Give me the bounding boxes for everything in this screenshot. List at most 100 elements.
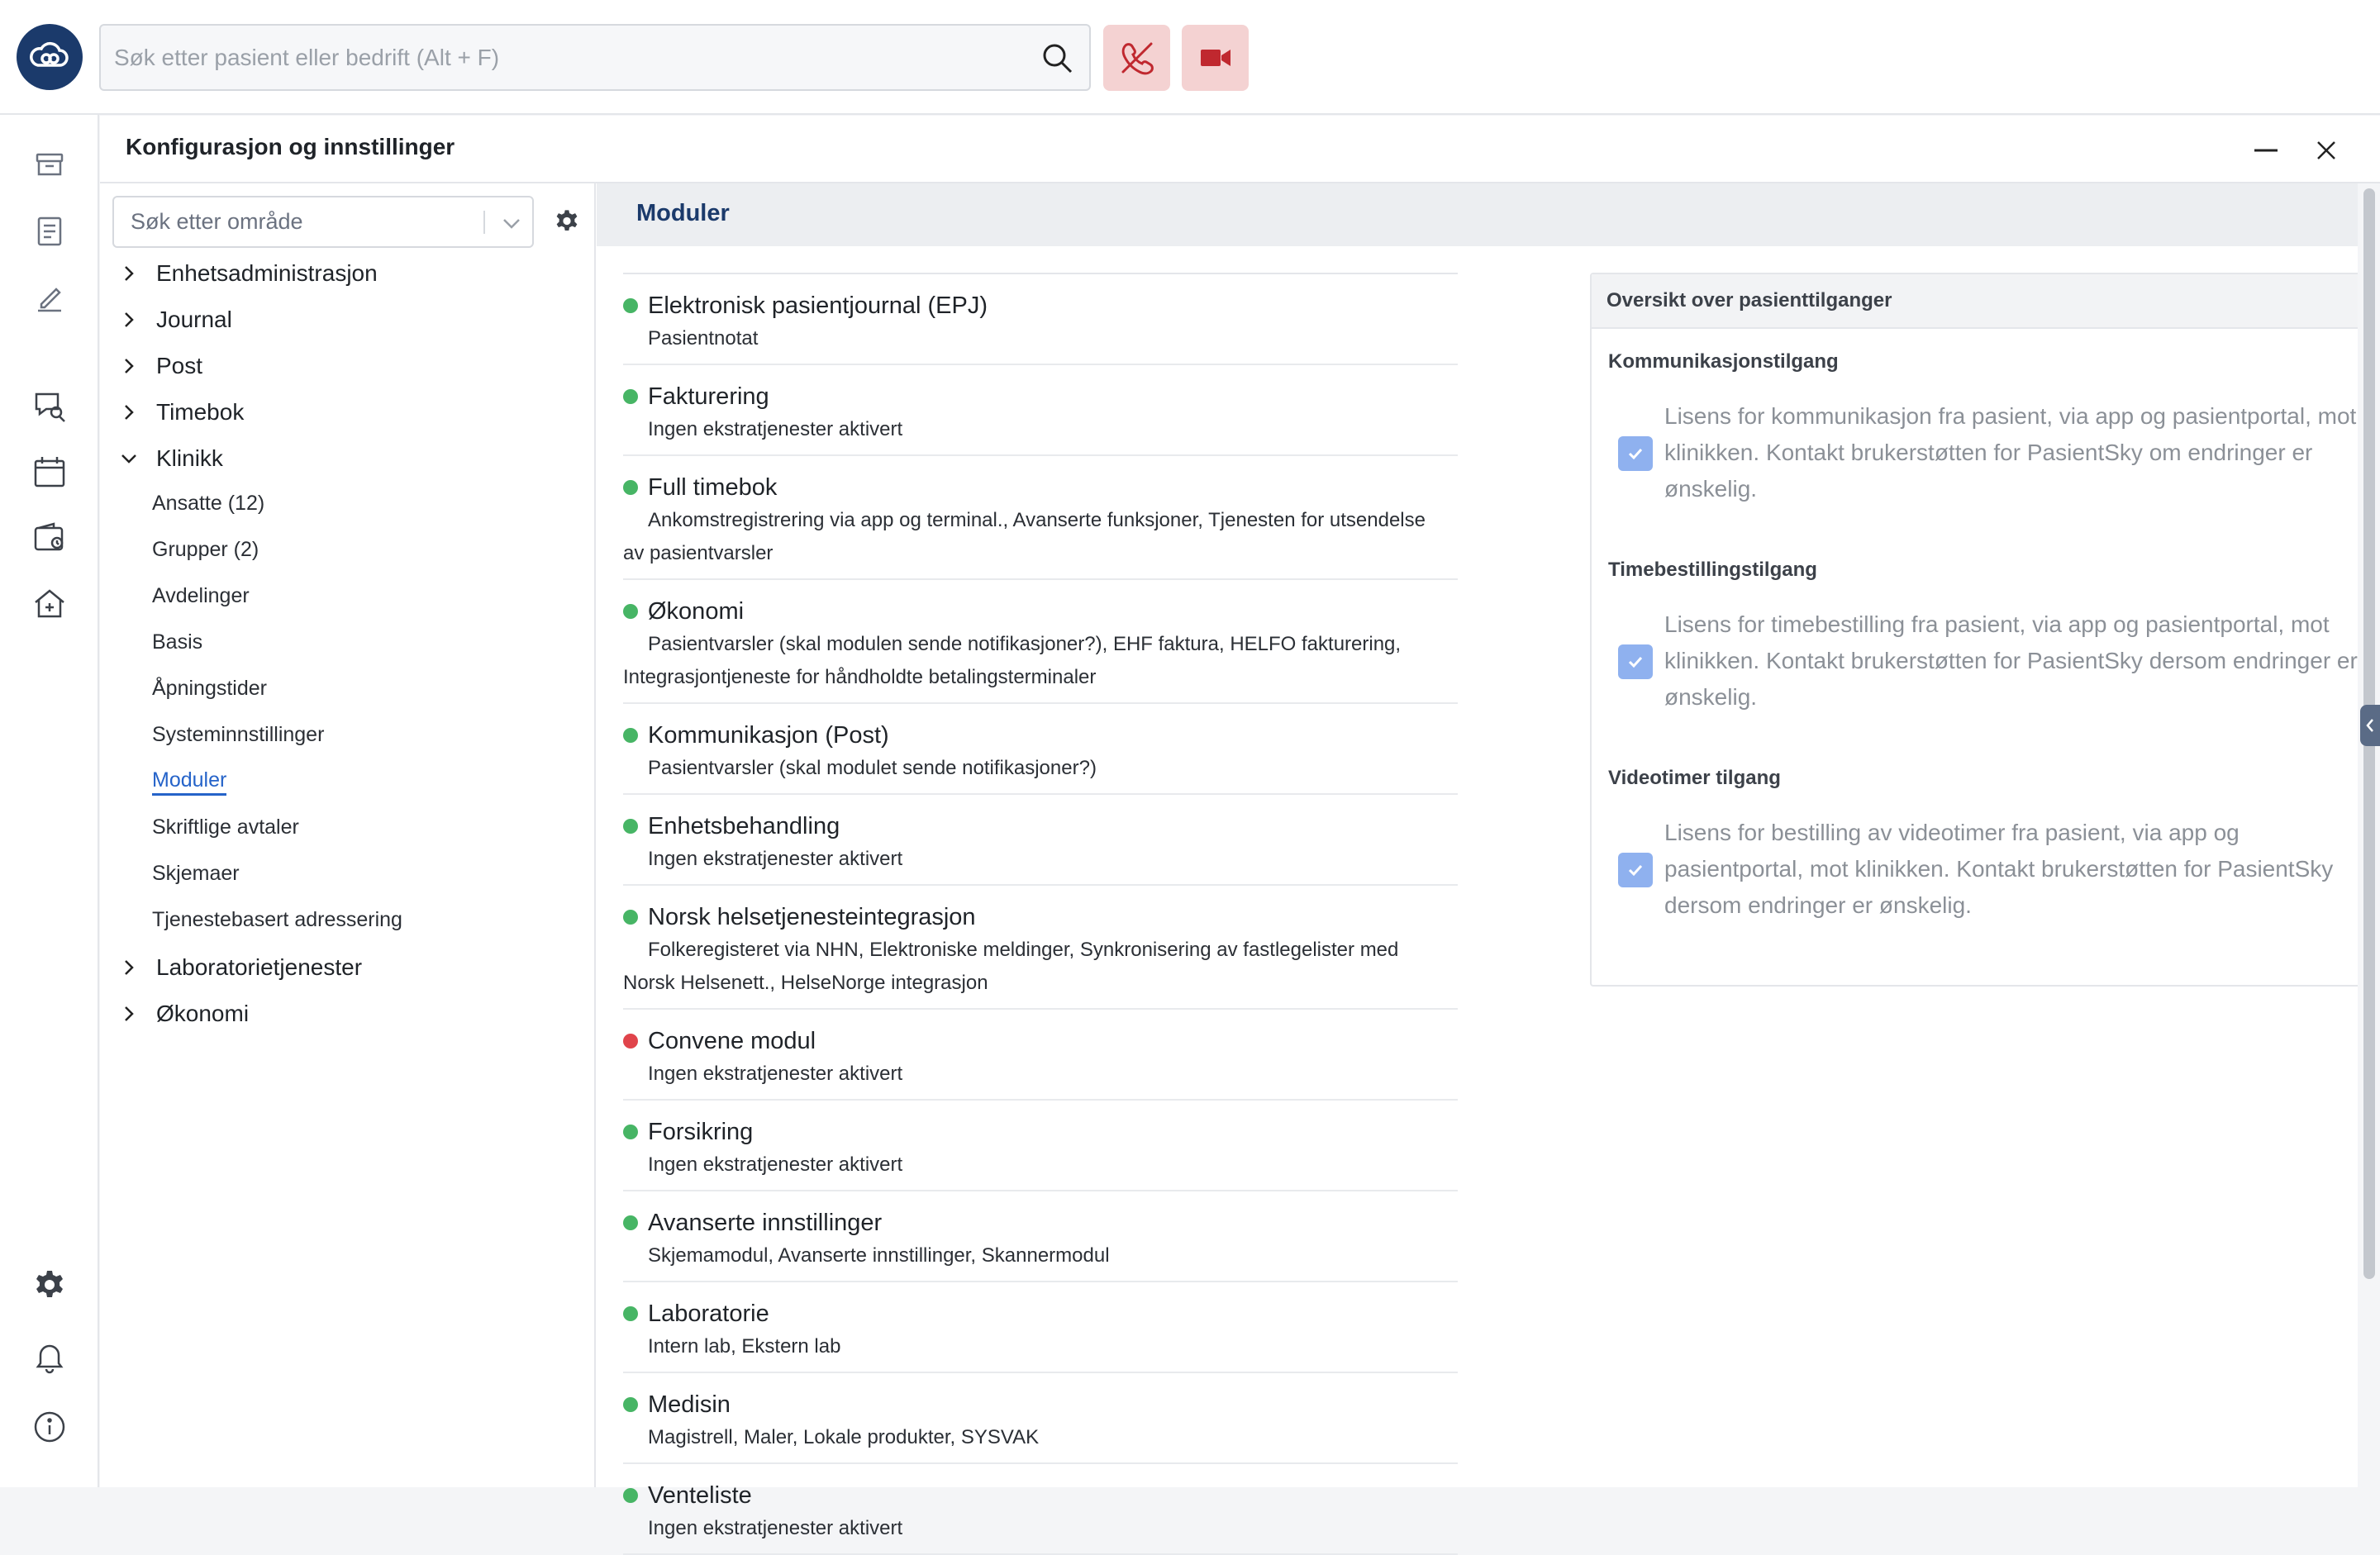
module-name: Avanserte innstillinger [648, 1209, 883, 1236]
module-name: Norsk helsetjenesteintegrasjon [648, 903, 976, 930]
access-section-title: Timebestillingstilgang [1608, 559, 1817, 581]
module-desc: Pasientnotat [648, 327, 759, 350]
cloud-logo-icon[interactable] [17, 24, 83, 90]
module-item: Elektronisk pasientjournal (EPJ) Pasientn… [623, 274, 1458, 365]
tree-node-okonomi[interactable]: Økonomi [117, 997, 249, 1030]
tree-item-ansatte[interactable]: Ansatte (12) [152, 488, 264, 518]
access-section-text: Lisens for bestilling av videotimer fra … [1664, 820, 2334, 918]
tree-node-label: Enhetsadministrasjon [156, 260, 378, 286]
settings-icon[interactable] [30, 1267, 69, 1306]
module-desc: Ingen ekstratjenester aktivert [648, 1517, 903, 1539]
module-desc: Pasientvarsler (skal modulen sende notif… [623, 633, 1402, 688]
patient-search-input[interactable] [114, 26, 1007, 89]
pen-icon[interactable] [30, 278, 69, 317]
settings-tree: Enhetsadministrasjon Journal Post Timebo… [100, 183, 596, 1487]
access-checkbox[interactable] [1618, 436, 1653, 471]
tree-node-timebok[interactable]: Timebok [117, 396, 244, 429]
call-off-icon [1121, 42, 1154, 75]
modules-content: Moduler Elektronisk pasientjournal (EPJ)… [597, 183, 2380, 1555]
left-rail [0, 115, 99, 1487]
module-name: Venteliste [648, 1481, 752, 1509]
module-name: Forsikring [648, 1118, 754, 1145]
calendar-icon[interactable] [30, 452, 69, 492]
access-checkbox[interactable] [1618, 644, 1653, 679]
check-icon [1628, 448, 1643, 460]
module-item: Full timebok Ankomstregistrering via app … [623, 456, 1458, 580]
top-bar [0, 0, 2380, 115]
tree-node-label: Klinikk [156, 445, 223, 471]
chevron-right-icon [117, 1001, 141, 1026]
access-section-text: Lisens for timebestilling fra pasient, v… [1664, 611, 2358, 710]
module-desc: Folkeregisteret via NHN, Elektroniske me… [623, 939, 1399, 994]
status-dot [623, 480, 638, 495]
chat-search-icon[interactable] [30, 386, 69, 426]
module-item: Laboratorie Intern lab, Ekstern lab [623, 1282, 1458, 1373]
close-button[interactable] [2306, 131, 2346, 170]
minimize-button[interactable] [2246, 131, 2286, 170]
module-name: Kommunikasjon (Post) [648, 721, 889, 749]
chevron-right-icon [117, 955, 141, 980]
status-dot [623, 1215, 638, 1230]
status-dot [623, 298, 638, 313]
tree-item-skjemaer[interactable]: Skjemaer [152, 858, 240, 888]
access-section-title: Videotimer tilgang [1608, 767, 1781, 789]
chevron-right-icon [117, 307, 141, 332]
tree-node-post[interactable]: Post [117, 350, 202, 383]
archive-icon[interactable] [30, 145, 69, 184]
tree-node-klinikk[interactable]: Klinikk [117, 442, 223, 475]
status-dot [623, 819, 638, 834]
search-icon[interactable] [1040, 40, 1074, 75]
access-section-text: Lisens for kommunikasjon fra pasient, vi… [1664, 403, 2357, 502]
tree-node-journal[interactable]: Journal [117, 303, 232, 336]
bell-icon[interactable] [30, 1337, 69, 1377]
area-search-input[interactable] [131, 197, 461, 246]
module-name: Fakturering [648, 383, 769, 410]
module-desc: Ingen ekstratjenester aktivert [648, 848, 903, 870]
module-item: Medisin Magistrell, Maler, Lokale produkt… [623, 1373, 1458, 1464]
side-drawer-toggle[interactable] [2360, 705, 2380, 746]
module-desc: Ingen ekstratjenester aktivert [648, 1063, 903, 1085]
module-name: Medisin [648, 1391, 731, 1418]
status-dot [623, 910, 638, 925]
area-search-divider [483, 211, 485, 234]
panel-title: Konfigurasjon og innstillinger [126, 134, 455, 159]
status-dot [623, 728, 638, 743]
video-camera-icon [1200, 50, 1230, 66]
info-icon[interactable] [30, 1407, 69, 1447]
module-item: Fakturering Ingen ekstratjenester aktiver… [623, 365, 1458, 456]
tree-node-label: Laboratorietjenester [156, 954, 363, 980]
status-dot [623, 604, 638, 619]
chevron-down-icon[interactable] [499, 211, 524, 235]
module-item: Enhetsbehandling Ingen ekstratjenester ak… [623, 795, 1458, 886]
tree-item-tjenestebasert-adressering[interactable]: Tjenestebasert adressering [152, 905, 402, 934]
call-off-button[interactable] [1103, 25, 1170, 91]
patient-access-card: Oversikt over pasienttilganger Kommunika… [1590, 273, 2380, 987]
tree-item-grupper[interactable]: Grupper (2) [152, 535, 259, 564]
access-checkbox[interactable] [1618, 853, 1653, 887]
tree-item-skriftlige-avtaler[interactable]: Skriftlige avtaler [152, 812, 299, 842]
module-name: Full timebok [648, 473, 778, 501]
module-desc: Intern lab, Ekstern lab [648, 1335, 841, 1358]
wallet-icon[interactable] [30, 518, 69, 558]
tree-item-avdelinger[interactable]: Avdelinger [152, 581, 250, 611]
module-item: Kommunikasjon (Post) Pasientvarsler (skal… [623, 704, 1458, 795]
tree-item-apningstider[interactable]: Åpningstider [152, 673, 267, 703]
tree-item-systeminnstillinger[interactable]: Systeminnstillinger [152, 720, 324, 749]
module-desc: Magistrell, Maler, Lokale produkter, SYS… [648, 1426, 1040, 1448]
module-item: Norsk helsetjenesteintegrasjon Folkeregis… [623, 886, 1458, 1010]
config-panel: Konfigurasjon og innstillinger Enhetsadm… [100, 116, 2380, 1555]
clinic-icon[interactable] [30, 584, 69, 624]
tree-node-enhetsadministrasjon[interactable]: Enhetsadministrasjon [117, 257, 378, 290]
tree-node-label: Journal [156, 307, 232, 332]
gear-icon[interactable] [553, 208, 581, 236]
area-search [112, 196, 534, 248]
content-header: Moduler [597, 183, 2358, 246]
tree-node-laboratorietjenester[interactable]: Laboratorietjenester [117, 951, 362, 984]
content-scrollbar[interactable] [2358, 183, 2380, 1487]
status-dot [623, 1034, 638, 1049]
module-desc: Ingen ekstratjenester aktivert [648, 1153, 903, 1176]
video-call-button[interactable] [1182, 25, 1249, 91]
document-icon[interactable] [30, 212, 69, 251]
tree-item-moduler[interactable]: Moduler [152, 766, 227, 796]
tree-item-basis[interactable]: Basis [152, 627, 202, 657]
